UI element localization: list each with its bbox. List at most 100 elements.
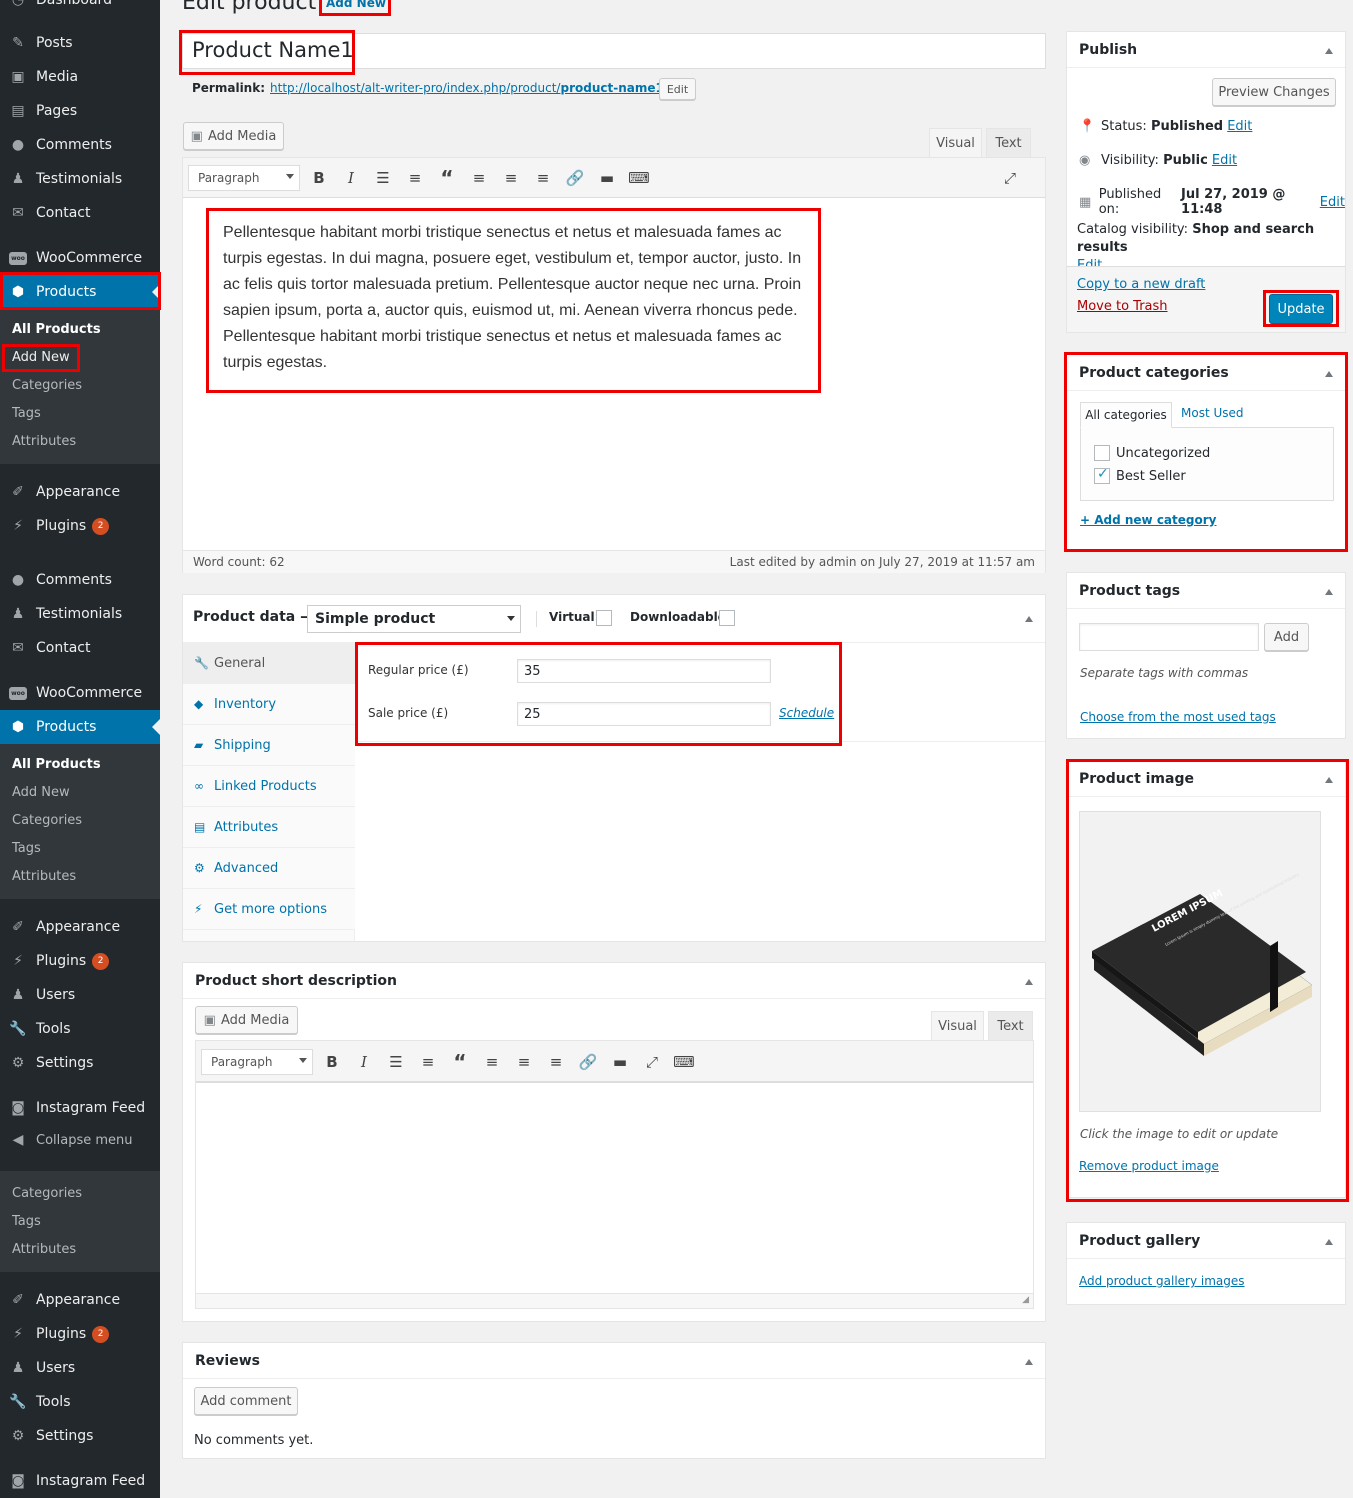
submenu-categories[interactable]: Categories	[12, 378, 82, 393]
submenu-add-new-2[interactable]: Add New	[12, 785, 70, 800]
tab-shipping[interactable]: ▰ Shipping	[183, 725, 355, 766]
submenu-tags[interactable]: Tags	[12, 406, 41, 421]
menu-appearance-3[interactable]: ✐ Appearance	[0, 1283, 160, 1317]
submenu-all-products[interactable]: All Products	[12, 322, 101, 337]
italic-icon[interactable]: I	[337, 165, 365, 191]
fullscreen-icon[interactable]: ⤢	[996, 165, 1024, 191]
submenu-categories-3[interactable]: Categories	[12, 1186, 82, 1201]
product-image-thumbnail[interactable]: LOREM IPSUM Lorem Ipsum is simply dummy …	[1079, 811, 1321, 1112]
move-to-trash-link[interactable]: Move to Trash	[1077, 299, 1168, 314]
schedule-link[interactable]: Schedule	[779, 706, 834, 720]
menu-tools-2[interactable]: 🔧 Tools	[0, 1385, 160, 1419]
menu-comments-2[interactable]: ● Comments	[0, 563, 160, 597]
align-right-icon[interactable]: ≡	[529, 165, 557, 191]
bold-icon[interactable]: B	[318, 1049, 346, 1075]
link-icon[interactable]: 🔗	[574, 1049, 602, 1075]
link-icon[interactable]: 🔗	[561, 165, 589, 191]
toolbar-toggle-icon[interactable]: ⌨	[625, 165, 653, 191]
submenu-add-new[interactable]: Add New	[12, 350, 70, 365]
submenu-categories-2[interactable]: Categories	[12, 813, 82, 828]
align-right-icon[interactable]: ≡	[542, 1049, 570, 1075]
align-center-icon[interactable]: ≡	[497, 165, 525, 191]
editor-content[interactable]: Pellentesque habitant morbi tristique se…	[223, 220, 811, 376]
menu-woocommerce-2[interactable]: woo WooCommerce	[0, 676, 160, 710]
submenu-tags-3[interactable]: Tags	[12, 1214, 41, 1229]
short-add-media-button[interactable]: ▣ Add Media	[195, 1006, 298, 1034]
title-field[interactable]: Product Name1	[182, 33, 1046, 69]
menu-users[interactable]: ♟ Users	[0, 978, 160, 1012]
category-checkbox-uncategorized[interactable]	[1094, 445, 1110, 461]
short-format-select[interactable]: Paragraph	[201, 1049, 313, 1075]
tab-most-used[interactable]: Most Used	[1181, 406, 1244, 420]
menu-contact[interactable]: ✉ Contact	[0, 196, 160, 230]
menu-settings-2[interactable]: ⚙ Settings	[0, 1419, 160, 1453]
collapse-toggle-icon[interactable]	[1325, 371, 1333, 377]
status-edit-link[interactable]: Edit	[1227, 119, 1252, 134]
collapse-toggle-icon[interactable]	[1025, 979, 1033, 985]
category-checkbox-best-seller[interactable]: ✓	[1094, 466, 1110, 484]
downloadable-checkbox[interactable]	[719, 610, 735, 626]
menu-woocommerce[interactable]: woo WooCommerce	[0, 241, 160, 275]
permalink-link[interactable]: http://localhost/alt-writer-pro/index.ph…	[270, 81, 668, 95]
tab-inventory[interactable]: ◆ Inventory	[183, 684, 355, 725]
add-gallery-images-link[interactable]: Add product gallery images	[1079, 1274, 1245, 1288]
tab-advanced[interactable]: ⚙ Advanced	[183, 848, 355, 889]
tab-all-categories[interactable]: All categories	[1080, 402, 1172, 428]
menu-products-2[interactable]: ⬢ Products	[0, 710, 160, 744]
collapse-toggle-icon[interactable]	[1325, 48, 1333, 54]
menu-dashboard[interactable]: ◔ Dashboard	[0, 0, 160, 17]
add-tag-button[interactable]: Add	[1264, 623, 1309, 651]
sale-price-input[interactable]: 25	[517, 702, 771, 726]
virtual-checkbox[interactable]	[596, 610, 612, 626]
add-new-product-button[interactable]: Add New	[326, 0, 386, 10]
menu-settings[interactable]: ⚙ Settings	[0, 1046, 160, 1080]
menu-comments[interactable]: ● Comments	[0, 128, 160, 162]
preview-changes-button[interactable]: Preview Changes	[1212, 78, 1336, 106]
menu-plugins[interactable]: ⚡ Plugins 2	[0, 509, 160, 543]
fullscreen-icon[interactable]: ⤢	[638, 1049, 666, 1075]
read-more-icon[interactable]: ▬	[593, 165, 621, 191]
visibility-edit-link[interactable]: Edit	[1212, 153, 1237, 168]
tab-general[interactable]: 🔧 General	[183, 643, 355, 684]
menu-plugins-3[interactable]: ⚡ Plugins 2	[0, 1317, 160, 1351]
menu-users-2[interactable]: ♟ Users	[0, 1351, 160, 1385]
tag-input[interactable]	[1079, 623, 1259, 651]
menu-posts[interactable]: ✎ Posts	[0, 26, 160, 60]
menu-instagram-feed[interactable]: ◙ Instagram Feed	[0, 1091, 160, 1125]
tab-text[interactable]: Text	[986, 128, 1031, 157]
submenu-attributes-3[interactable]: Attributes	[12, 1242, 76, 1257]
blockquote-icon[interactable]: “	[446, 1049, 474, 1075]
collapse-toggle-icon[interactable]	[1025, 1359, 1033, 1365]
align-left-icon[interactable]: ≡	[478, 1049, 506, 1075]
copy-draft-link[interactable]: Copy to a new draft	[1077, 277, 1205, 292]
menu-appearance-2[interactable]: ✐ Appearance	[0, 910, 160, 944]
align-left-icon[interactable]: ≡	[465, 165, 493, 191]
read-more-icon[interactable]: ▬	[606, 1049, 634, 1075]
collapse-toggle-icon[interactable]	[1325, 1239, 1333, 1245]
menu-appearance[interactable]: ✐ Appearance	[0, 475, 160, 509]
menu-tools[interactable]: 🔧 Tools	[0, 1012, 160, 1046]
menu-products[interactable]: ⬢ Products	[0, 275, 160, 309]
toolbar-toggle-icon[interactable]: ⌨	[670, 1049, 698, 1075]
collapse-toggle-icon[interactable]	[1325, 589, 1333, 595]
update-button[interactable]: Update	[1269, 294, 1333, 324]
submenu-attributes-2[interactable]: Attributes	[12, 869, 76, 884]
submenu-tags-2[interactable]: Tags	[12, 841, 41, 856]
submenu-attributes[interactable]: Attributes	[12, 434, 76, 449]
collapse-menu[interactable]: ◀ Collapse menu	[0, 1123, 160, 1157]
numbered-list-icon[interactable]: ≡	[414, 1049, 442, 1075]
align-center-icon[interactable]: ≡	[510, 1049, 538, 1075]
choose-tags-link[interactable]: Choose from the most used tags	[1080, 710, 1276, 724]
add-comment-button[interactable]: Add comment	[194, 1387, 298, 1415]
published-edit-link[interactable]: Edit	[1320, 195, 1345, 210]
add-new-category-link[interactable]: + Add new category	[1080, 513, 1216, 527]
menu-testimonials-2[interactable]: ♟ Testimonials	[0, 597, 160, 631]
bullet-list-icon[interactable]: ☰	[369, 165, 397, 191]
bold-icon[interactable]: B	[305, 165, 333, 191]
resize-handle-icon[interactable]: ◢	[1022, 1295, 1029, 1305]
product-type-select[interactable]: Simple product	[307, 605, 521, 633]
numbered-list-icon[interactable]: ≡	[401, 165, 429, 191]
menu-contact-2[interactable]: ✉ Contact	[0, 631, 160, 665]
menu-pages[interactable]: ▤ Pages	[0, 94, 160, 128]
short-tab-text[interactable]: Text	[988, 1011, 1033, 1040]
